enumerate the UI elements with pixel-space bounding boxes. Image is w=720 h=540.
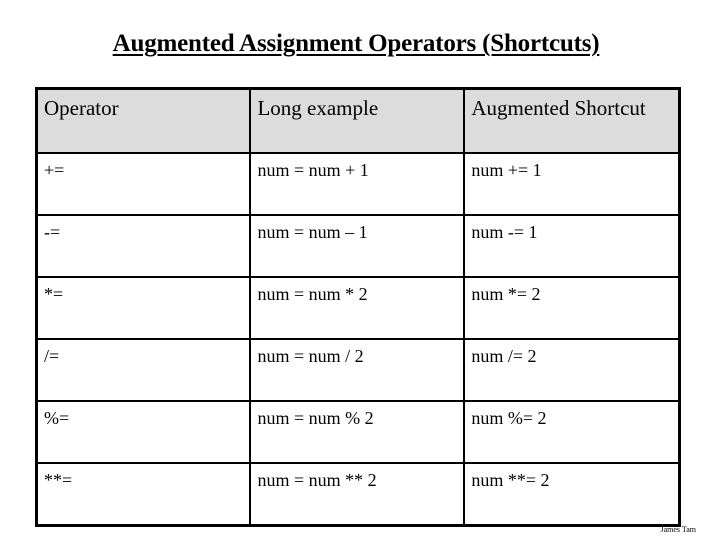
operator-cell: +=	[35, 152, 252, 216]
table-row: += num = num + 1 num += 1	[35, 152, 681, 216]
header-augmented-shortcut: Augmented Shortcut	[463, 87, 681, 154]
header-operator: Operator	[35, 87, 252, 154]
long-example-cell: num = num ** 2	[249, 462, 466, 527]
long-example-cell: num = num – 1	[249, 214, 466, 278]
table-row: /= num = num / 2 num /= 2	[35, 338, 681, 402]
shortcut-cell: num -= 1	[463, 214, 681, 278]
long-example-cell: num = num + 1	[249, 152, 466, 216]
operator-cell: *=	[35, 276, 252, 340]
shortcut-cell: num *= 2	[463, 276, 681, 340]
operators-table: Operator Long example Augmented Shortcut…	[35, 87, 681, 527]
header-long-example: Long example	[249, 87, 466, 154]
table-row: %= num = num % 2 num %= 2	[35, 400, 681, 464]
operator-cell: -=	[35, 214, 252, 278]
table-row: *= num = num * 2 num *= 2	[35, 276, 681, 340]
operator-cell: /=	[35, 338, 252, 402]
table-row: **= num = num ** 2 num **= 2	[35, 462, 681, 527]
long-example-cell: num = num % 2	[249, 400, 466, 464]
table-row: -= num = num – 1 num -= 1	[35, 214, 681, 278]
operator-cell: **=	[35, 462, 252, 527]
shortcut-cell: num **= 2	[463, 462, 681, 527]
operator-cell: %=	[35, 400, 252, 464]
table-header-row: Operator Long example Augmented Shortcut	[35, 87, 681, 154]
long-example-cell: num = num / 2	[249, 338, 466, 402]
slide-title: Augmented Assignment Operators (Shortcut…	[112, 30, 600, 57]
shortcut-cell: num %= 2	[463, 400, 681, 464]
long-example-cell: num = num * 2	[249, 276, 466, 340]
author-footer: James Tam	[660, 525, 696, 534]
shortcut-cell: num /= 2	[463, 338, 681, 402]
shortcut-cell: num += 1	[463, 152, 681, 216]
